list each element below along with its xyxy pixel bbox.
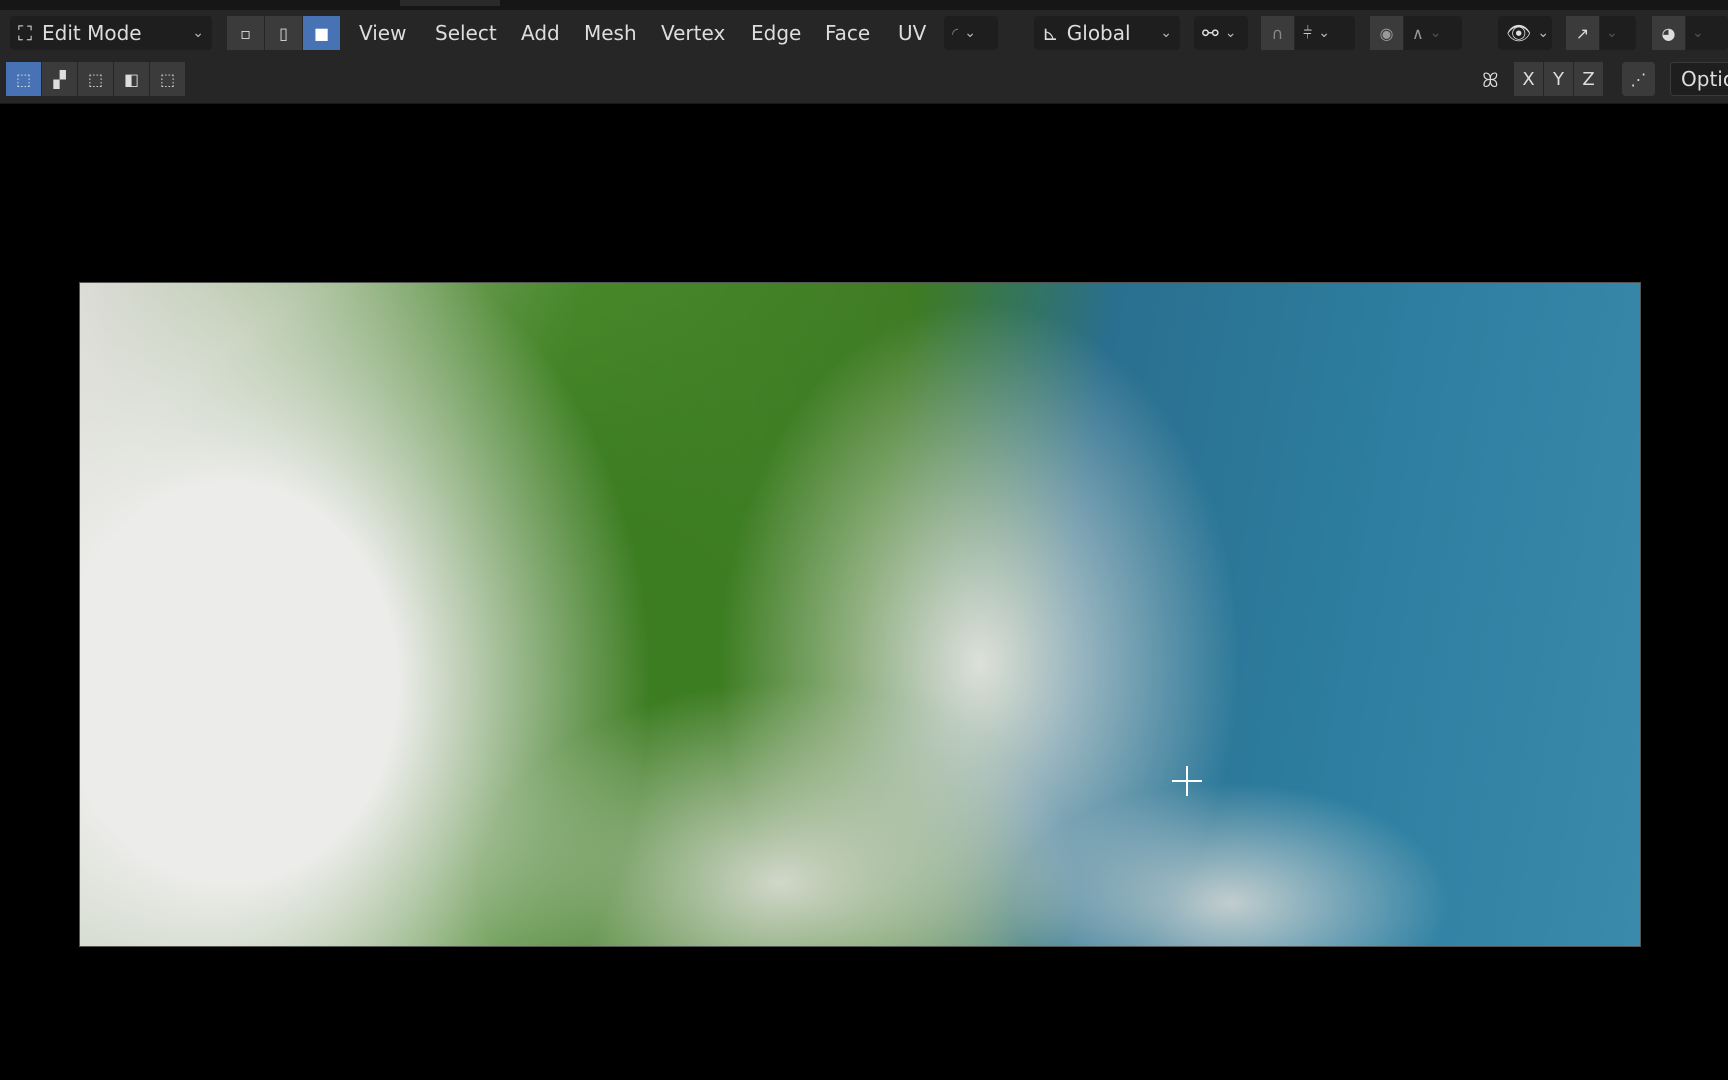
chevron-down-icon[interactable]: ⌄ <box>1318 25 1330 41</box>
vertex-select-icon[interactable]: ▫ <box>227 16 265 50</box>
mirror-icon: ꕤ <box>1482 68 1499 92</box>
snap-magnet-icon[interactable]: ∩ <box>1261 16 1295 50</box>
mode-dropdown[interactable]: ⛶ Edit Mode ⌄ <box>10 16 212 50</box>
chevron-down-icon: ⌄ <box>1537 25 1550 41</box>
mirror-y-toggle[interactable]: Y <box>1544 62 1574 96</box>
menu-vertex[interactable]: Vertex <box>661 16 725 50</box>
proportional-edit-group: ◉ ∧ ⌄ <box>1370 16 1462 50</box>
proportional-edit-icon[interactable]: ◉ <box>1370 16 1404 50</box>
chevron-down-icon: ⌄ <box>1224 25 1237 41</box>
menu-uv[interactable]: UV <box>898 16 926 50</box>
pivot-link-icon: ⚯ <box>1202 21 1219 45</box>
mirror-axes-group: X Y Z <box>1514 62 1604 96</box>
chevron-down-icon: ⌄ <box>964 25 976 41</box>
eye-select-icon: 👁 <box>1506 21 1532 45</box>
3d-cursor-crosshair[interactable] <box>1172 766 1202 796</box>
edit-mode-icon: ⛶ <box>18 21 32 45</box>
menu-view[interactable]: View <box>359 16 406 50</box>
overlay-group: ◕ ⌄ <box>1652 16 1728 50</box>
workspace-tab[interactable] <box>400 0 500 6</box>
select-intersect-icon[interactable]: ⬚ <box>150 62 186 96</box>
gizmo-icon[interactable]: ↗ <box>1566 16 1600 50</box>
select-mode-group: ▫ ▯ ■ <box>227 16 341 50</box>
orientation-axes-icon: ⊾ <box>1042 21 1059 45</box>
mode-label: Edit Mode <box>42 21 142 45</box>
mirror-z-toggle[interactable]: Z <box>1574 62 1604 96</box>
topology-mirror-icon[interactable]: ⋰ <box>1622 62 1656 96</box>
face-select-icon[interactable]: ■ <box>303 16 341 50</box>
menu-select[interactable]: Select <box>435 16 497 50</box>
select-set-icon[interactable]: ⬚ <box>6 62 42 96</box>
snap-increment-icon[interactable]: ⫩ <box>1303 23 1312 43</box>
transform-orientation-dropdown[interactable]: ⊾ Global ⌄ <box>1034 16 1180 50</box>
menu-edge[interactable]: Edge <box>751 16 801 50</box>
overlay-icon[interactable]: ◕ <box>1652 16 1686 50</box>
pivot-dropdown[interactable]: ⚯ ⌄ <box>1194 16 1248 50</box>
orientation-label: Global <box>1066 21 1131 45</box>
top-bar <box>0 0 1728 10</box>
chevron-down-icon: ⌄ <box>1160 25 1172 41</box>
snap-group: ∩ ⫩ ⌄ <box>1261 16 1355 50</box>
gizmo-group: ↗ ⌄ <box>1566 16 1636 50</box>
options-dropdown[interactable]: Optio <box>1670 62 1728 96</box>
chevron-down-icon[interactable]: ⌄ <box>1692 25 1704 41</box>
menu-face[interactable]: Face <box>825 16 870 50</box>
viewport-header: ⛶ Edit Mode ⌄ ▫ ▯ ■ View Select Add Mesh… <box>0 10 1728 56</box>
visibility-dropdown[interactable]: 👁 ⌄ <box>1498 16 1552 50</box>
select-box-mode-group: ⬚ ▞ ⬚ ◧ ⬚ <box>6 62 186 96</box>
edge-select-icon[interactable]: ▯ <box>265 16 303 50</box>
chevron-down-icon[interactable]: ⌄ <box>1606 25 1618 41</box>
camera-render-view <box>79 282 1641 947</box>
options-label: Optio <box>1681 67 1728 91</box>
menu-add[interactable]: Add <box>521 16 560 50</box>
chevron-down-icon: ⌄ <box>192 25 204 41</box>
menu-mesh[interactable]: Mesh <box>584 16 637 50</box>
xray-dropdown[interactable]: ◜ ⌄ <box>944 16 998 50</box>
curve-icon: ◜ <box>952 23 959 43</box>
tool-settings-bar: ⬚ ▞ ⬚ ◧ ⬚ ꕤ X Y Z ⋰ Optio <box>0 56 1728 104</box>
mirror-x-toggle[interactable]: X <box>1514 62 1544 96</box>
chevron-down-icon[interactable]: ⌄ <box>1430 25 1442 41</box>
falloff-curve-icon[interactable]: ∧ <box>1412 24 1424 43</box>
select-invert-icon[interactable]: ◧ <box>114 62 150 96</box>
select-subtract-icon[interactable]: ⬚ <box>78 62 114 96</box>
select-extend-icon[interactable]: ▞ <box>42 62 78 96</box>
